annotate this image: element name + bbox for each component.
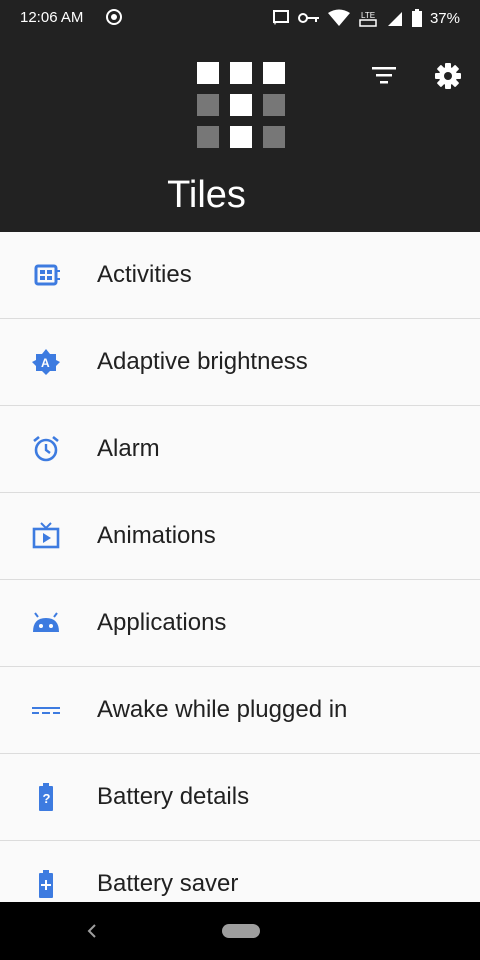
app-header: Tiles: [0, 36, 480, 232]
tile-label: Battery saver: [97, 870, 239, 897]
tile-label: Animations: [97, 522, 216, 549]
home-pill-button[interactable]: [222, 924, 260, 938]
status-time: 12:06 AM: [20, 9, 84, 26]
svg-text:A: A: [41, 356, 50, 370]
activities-icon: [34, 264, 60, 286]
tile-row-adaptive-brightness[interactable]: A Adaptive brightness: [0, 319, 480, 406]
tile-row-awake-while-plugged-in[interactable]: Awake while plugged in: [0, 667, 480, 754]
adaptive-brightness-icon: A: [32, 349, 60, 375]
system-nav-bar: [0, 902, 480, 960]
tv-play-icon: [32, 522, 60, 549]
wifi-icon: [327, 9, 350, 26]
filter-icon[interactable]: [370, 62, 398, 90]
vpn-key-icon: [297, 13, 319, 23]
svg-text:LTE: LTE: [361, 11, 375, 20]
tile-row-battery-details[interactable]: ? Battery details: [0, 754, 480, 841]
android-icon: [33, 612, 59, 632]
alarm-clock-icon: [33, 435, 59, 462]
status-bar: 12:06 AM LTE 37%: [0, 0, 480, 36]
cast-icon: [272, 10, 289, 25]
settings-gear-icon[interactable]: [434, 62, 462, 90]
battery-percent: 37%: [429, 9, 460, 27]
battery-icon: [411, 9, 422, 27]
status-icons: LTE 37%: [272, 8, 460, 28]
svg-text:?: ?: [43, 791, 51, 806]
tile-label: Awake while plugged in: [97, 696, 348, 723]
back-chevron-icon[interactable]: [86, 921, 98, 941]
tile-label: Alarm: [97, 435, 160, 462]
tile-label: Adaptive brightness: [97, 348, 308, 375]
dashes-icon: [32, 707, 60, 714]
tile-row-activities[interactable]: Activities: [0, 232, 480, 319]
notification-icon: [106, 9, 122, 25]
page-title: Tiles: [167, 174, 246, 216]
tile-row-animations[interactable]: Animations: [0, 493, 480, 580]
tile-row-alarm[interactable]: Alarm: [0, 406, 480, 493]
cell-signal-icon: [387, 12, 402, 26]
volte-icon: LTE: [359, 11, 377, 27]
battery-question-icon: ?: [39, 783, 53, 811]
battery-plus-icon: [39, 870, 53, 898]
tile-row-applications[interactable]: Applications: [0, 580, 480, 667]
tiles-logo-icon: [197, 62, 285, 150]
tile-label: Activities: [97, 261, 192, 288]
tile-label: Battery details: [97, 783, 250, 810]
tiles-list: Activities A Adaptive brightness Alarm A…: [0, 232, 480, 928]
tile-label: Applications: [97, 609, 227, 636]
